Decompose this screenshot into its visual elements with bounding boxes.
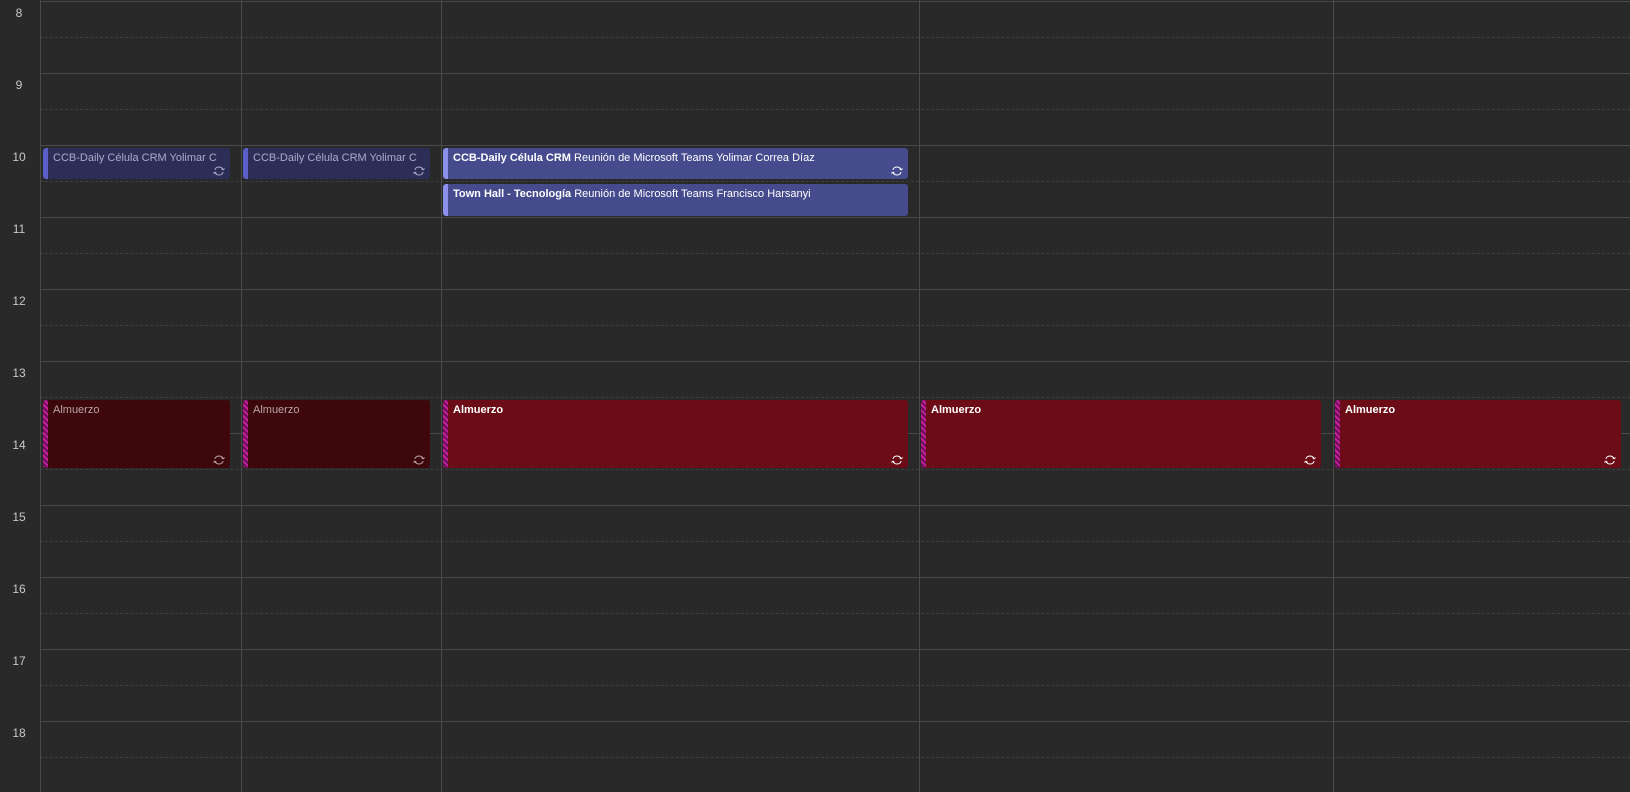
- hour-label: 15: [12, 510, 26, 524]
- recurring-icon: [413, 455, 425, 465]
- hour-label: 17: [12, 654, 26, 668]
- event-title: Almuerzo: [453, 404, 504, 416]
- event-color-bar: [443, 184, 448, 216]
- event-title: Almuerzo: [53, 404, 100, 416]
- hour-divider: [40, 361, 1630, 362]
- hour-divider: [40, 73, 1630, 74]
- hour-divider: [40, 721, 1630, 722]
- hour-divider: [40, 505, 1630, 506]
- recurring-icon: [213, 455, 225, 465]
- event-title: Almuerzo: [253, 404, 300, 416]
- half-hour-divider: [40, 757, 1630, 758]
- half-hour-divider: [40, 469, 1630, 470]
- calendar-week-grid: 8 9 10 11 12 13 14 15 16 17 18 CCB-Daily…: [0, 0, 1630, 792]
- event-color-bar: [443, 148, 448, 179]
- event-town-hall[interactable]: Town Hall - Tecnología Reunión de Micros…: [443, 184, 908, 216]
- hour-label: 12: [12, 294, 26, 308]
- event-almuerzo[interactable]: Almuerzo: [1335, 400, 1621, 468]
- half-hour-divider: [40, 397, 1630, 398]
- event-color-bar: [921, 400, 926, 468]
- event-detail: Yolimar C: [369, 152, 417, 164]
- half-hour-divider: [40, 181, 1630, 182]
- day-column-divider: [919, 0, 920, 792]
- event-almuerzo[interactable]: Almuerzo: [921, 400, 1321, 468]
- recurring-icon: [1604, 455, 1616, 465]
- hour-divider: [40, 289, 1630, 290]
- recurring-icon: [213, 166, 225, 176]
- event-color-bar: [243, 148, 248, 179]
- hour-divider: [40, 649, 1630, 650]
- half-hour-divider: [40, 541, 1630, 542]
- event-almuerzo[interactable]: Almuerzo: [443, 400, 908, 468]
- event-color-bar: [43, 148, 48, 179]
- day-column-divider: [241, 0, 242, 792]
- event-color-bar: [43, 400, 48, 468]
- hour-label: 9: [15, 78, 23, 92]
- hour-label: 11: [12, 222, 26, 236]
- day-column-divider: [441, 0, 442, 792]
- event-title: CCB-Daily Célula CRM: [453, 152, 571, 164]
- event-color-bar: [243, 400, 248, 468]
- event-title: Almuerzo: [1345, 404, 1396, 416]
- half-hour-divider: [40, 325, 1630, 326]
- hour-label: 18: [12, 726, 26, 740]
- event-title: Town Hall - Tecnología: [453, 188, 572, 200]
- day-column-divider: [1333, 0, 1334, 792]
- hour-divider: [40, 145, 1630, 146]
- recurring-icon: [1304, 455, 1316, 465]
- half-hour-divider: [40, 37, 1630, 38]
- half-hour-divider: [40, 685, 1630, 686]
- event-ccb-daily[interactable]: CCB-Daily Célula CRM Reunión de Microsof…: [443, 148, 908, 179]
- event-detail: Reunión de Microsoft Teams Francisco Har…: [574, 188, 811, 200]
- event-detail: Reunión de Microsoft Teams Yolimar Corre…: [574, 152, 815, 164]
- event-ccb-daily[interactable]: CCB-Daily Célula CRM Yolimar C: [243, 148, 430, 179]
- half-hour-divider: [40, 253, 1630, 254]
- event-color-bar: [1335, 400, 1340, 468]
- event-ccb-daily[interactable]: CCB-Daily Célula CRM Yolimar C: [43, 148, 230, 179]
- hour-divider: [40, 1, 1630, 2]
- hour-label: 10: [12, 150, 26, 164]
- recurring-icon: [891, 166, 903, 176]
- hour-label: 8: [15, 6, 23, 20]
- event-title: Almuerzo: [931, 404, 982, 416]
- recurring-icon: [413, 166, 425, 176]
- event-detail: Yolimar C: [169, 152, 217, 164]
- hour-divider: [40, 217, 1630, 218]
- event-color-bar: [443, 400, 448, 468]
- hour-label: 16: [12, 582, 26, 596]
- half-hour-divider: [40, 109, 1630, 110]
- recurring-icon: [891, 455, 903, 465]
- event-title: CCB-Daily Célula CRM: [53, 152, 167, 164]
- hour-label: 14: [12, 438, 26, 452]
- half-hour-divider: [40, 613, 1630, 614]
- event-almuerzo[interactable]: Almuerzo: [43, 400, 230, 468]
- day-column-divider: [40, 0, 41, 792]
- event-almuerzo[interactable]: Almuerzo: [243, 400, 430, 468]
- hour-label: 13: [12, 366, 26, 380]
- event-title: CCB-Daily Célula CRM: [253, 152, 367, 164]
- hour-divider: [40, 577, 1630, 578]
